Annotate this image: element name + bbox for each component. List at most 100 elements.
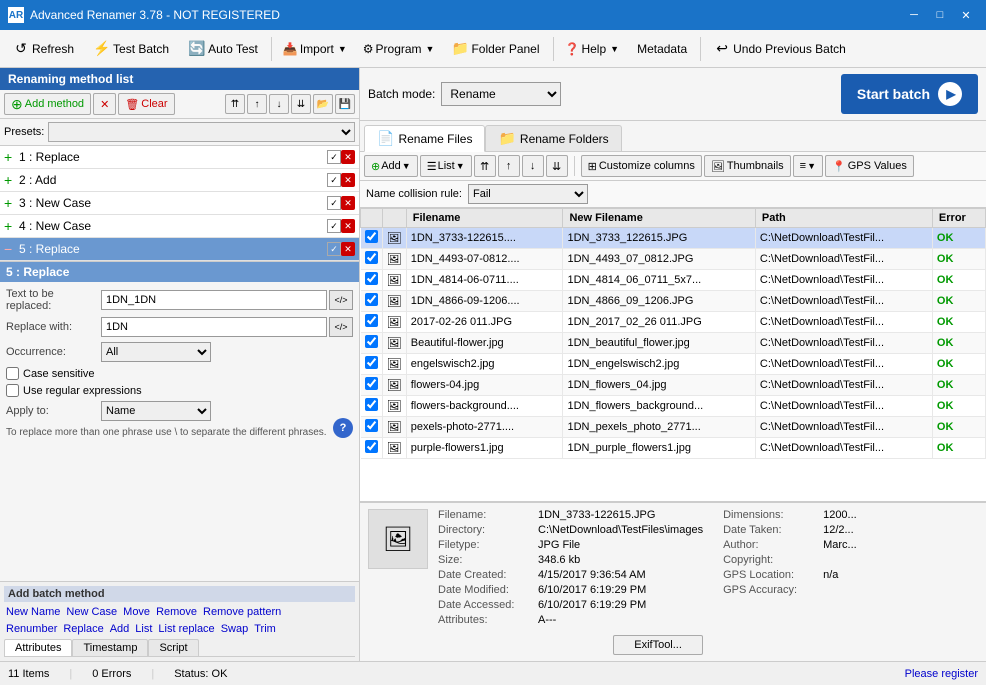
batch-mode-select[interactable]: Rename Copy Move — [441, 82, 561, 106]
exif-tool-button[interactable]: ExifTool... — [613, 635, 703, 655]
method-delete-1[interactable]: ✕ — [341, 150, 355, 164]
table-row[interactable]: 🖼 purple-flowers1.jpg 1DN_purple_flowers… — [361, 438, 986, 459]
new-name-link[interactable]: New Name — [4, 605, 62, 619]
replace-code-btn[interactable]: </> — [329, 317, 353, 337]
metadata-button[interactable]: Metadata — [628, 35, 696, 63]
col-error[interactable]: Error — [932, 209, 985, 228]
close-button[interactable]: ✕ — [954, 5, 978, 25]
move-down-button[interactable]: ↓ — [269, 94, 289, 114]
table-row[interactable]: 🖼 pexels-photo-2771.... 1DN_pexels_photo… — [361, 417, 986, 438]
use-regex-check[interactable] — [6, 384, 19, 397]
save-button[interactable]: 💾 — [335, 94, 355, 114]
case-sensitive-check[interactable] — [6, 367, 19, 380]
tab-rename-folders[interactable]: 📁 Rename Folders — [485, 125, 621, 151]
move-up-button[interactable]: ↑ — [247, 94, 267, 114]
row-checkbox[interactable] — [365, 314, 378, 327]
remove-link[interactable]: Remove — [154, 605, 199, 619]
tab-attributes[interactable]: Attributes — [4, 639, 72, 656]
trim-link[interactable]: Trim — [252, 622, 278, 636]
method-item-4[interactable]: + 4 : New Case ✓ ✕ — [0, 215, 359, 238]
table-row[interactable]: 🖼 1DN_4866-09-1206.... 1DN_4866_09_1206.… — [361, 291, 986, 312]
tab-script[interactable]: Script — [148, 639, 198, 656]
renumber-link[interactable]: Renumber — [4, 622, 59, 636]
table-row[interactable]: 🖼 1DN_4493-07-0812.... 1DN_4493_07_0812.… — [361, 249, 986, 270]
add-method-button[interactable]: ⊕ Add method — [4, 93, 91, 115]
start-batch-button[interactable]: Start batch — [841, 74, 978, 114]
replace-with-input[interactable] — [101, 317, 327, 337]
register-link[interactable]: Please register — [905, 668, 978, 680]
method-delete-3[interactable]: ✕ — [341, 196, 355, 210]
sort-top-button[interactable]: ⇈ — [474, 155, 496, 177]
maximize-button[interactable]: □ — [928, 5, 952, 25]
move-top-button[interactable]: ⇈ — [225, 94, 245, 114]
table-row[interactable]: 🖼 flowers-background.... 1DN_flowers_bac… — [361, 396, 986, 417]
text-replace-code-btn[interactable]: </> — [329, 290, 353, 310]
thumbnails-button[interactable]: 🖼 Thumbnails — [704, 155, 791, 177]
program-button[interactable]: ⚙ Program ▼ — [356, 35, 442, 63]
import-button[interactable]: 📥 Import ▼ — [276, 35, 354, 63]
gps-menu-button[interactable]: ≡ ▼ — [793, 155, 823, 177]
swap-link[interactable]: Swap — [219, 622, 251, 636]
col-filename[interactable]: Filename — [406, 209, 563, 228]
test-batch-button[interactable]: ⚡ Test Batch — [85, 35, 178, 63]
apply-to-select[interactable]: Name Extension Name and Extension — [101, 401, 211, 421]
collision-select[interactable]: Fail Skip Overwrite Append — [468, 184, 588, 204]
list-replace-link[interactable]: List replace — [156, 622, 216, 636]
folder-save-button[interactable]: 📂 — [313, 94, 333, 114]
refresh-button[interactable]: ↺ Refresh — [4, 35, 83, 63]
new-case-link[interactable]: New Case — [64, 605, 119, 619]
method-item-1[interactable]: + 1 : Replace ✓ ✕ — [0, 146, 359, 169]
table-row[interactable]: 🖼 flowers-04.jpg 1DN_flowers_04.jpg C:\N… — [361, 375, 986, 396]
method-delete-5[interactable]: ✕ — [341, 242, 355, 256]
table-row[interactable]: 🖼 2017-02-26 011.JPG 1DN_2017_02_26 011.… — [361, 312, 986, 333]
row-checkbox[interactable] — [365, 440, 378, 453]
list-link[interactable]: List — [133, 622, 154, 636]
move-link[interactable]: Move — [121, 605, 152, 619]
table-row[interactable]: 🖼 1DN_3733-122615.... 1DN_3733_122615.JP… — [361, 228, 986, 249]
text-to-replace-input[interactable] — [101, 290, 327, 310]
add-link[interactable]: Add — [108, 622, 132, 636]
remove-pattern-link[interactable]: Remove pattern — [201, 605, 283, 619]
folder-panel-button[interactable]: 📁 Folder Panel — [443, 35, 548, 63]
method-delete-4[interactable]: ✕ — [341, 219, 355, 233]
list-button[interactable]: ☰ List ▼ — [420, 155, 472, 177]
tab-rename-files[interactable]: 📄 Rename Files — [364, 125, 485, 152]
auto-test-button[interactable]: 🔄 Auto Test — [180, 35, 267, 63]
row-checkbox[interactable] — [365, 272, 378, 285]
sort-bottom-button[interactable]: ⇊ — [546, 155, 568, 177]
method-item-2[interactable]: + 2 : Add ✓ ✕ — [0, 169, 359, 192]
method-item-3[interactable]: + 3 : New Case ✓ ✕ — [0, 192, 359, 215]
row-checkbox[interactable] — [365, 335, 378, 348]
remove-method-button[interactable]: ✕ — [93, 93, 116, 115]
table-row[interactable]: 🖼 1DN_4814-06-0711.... 1DN_4814_06_0711_… — [361, 270, 986, 291]
add-files-button[interactable]: ⊕ Add ▼ — [364, 155, 418, 177]
method-check-3[interactable]: ✓ — [327, 196, 341, 210]
minimize-button[interactable]: ─ — [902, 5, 926, 25]
row-checkbox[interactable] — [365, 419, 378, 432]
replace-link[interactable]: Replace — [61, 622, 105, 636]
row-checkbox[interactable] — [365, 293, 378, 306]
presets-select[interactable] — [48, 122, 355, 142]
tab-timestamp[interactable]: Timestamp — [72, 639, 148, 656]
move-bottom-button[interactable]: ⇊ — [291, 94, 311, 114]
row-checkbox[interactable] — [365, 398, 378, 411]
customize-columns-button[interactable]: ⊞ Customize columns — [581, 155, 702, 177]
method-item-5[interactable]: − 5 : Replace ✓ ✕ — [0, 238, 359, 261]
row-checkbox[interactable] — [365, 356, 378, 369]
gps-values-button[interactable]: 📍 GPS Values — [825, 155, 914, 177]
row-checkbox[interactable] — [365, 377, 378, 390]
table-row[interactable]: 🖼 Beautiful-flower.jpg 1DN_beautiful_flo… — [361, 333, 986, 354]
method-check-5[interactable]: ✓ — [327, 242, 341, 256]
method-delete-2[interactable]: ✕ — [341, 173, 355, 187]
occurrence-select[interactable]: All First Last — [101, 342, 211, 362]
row-checkbox[interactable] — [365, 230, 378, 243]
row-checkbox[interactable] — [365, 251, 378, 264]
table-row[interactable]: 🖼 engelswisch2.jpg 1DN_engelswisch2.jpg … — [361, 354, 986, 375]
col-new-filename[interactable]: New Filename — [563, 209, 755, 228]
undo-button[interactable]: ↩ Undo Previous Batch — [705, 35, 855, 63]
clear-button[interactable]: 🗑 Clear — [118, 93, 174, 115]
help-button-detail[interactable]: ? — [333, 418, 353, 438]
method-check-2[interactable]: ✓ — [327, 173, 341, 187]
method-check-4[interactable]: ✓ — [327, 219, 341, 233]
file-table-container[interactable]: Filename New Filename Path Error 🖼 1DN_3… — [360, 208, 986, 502]
